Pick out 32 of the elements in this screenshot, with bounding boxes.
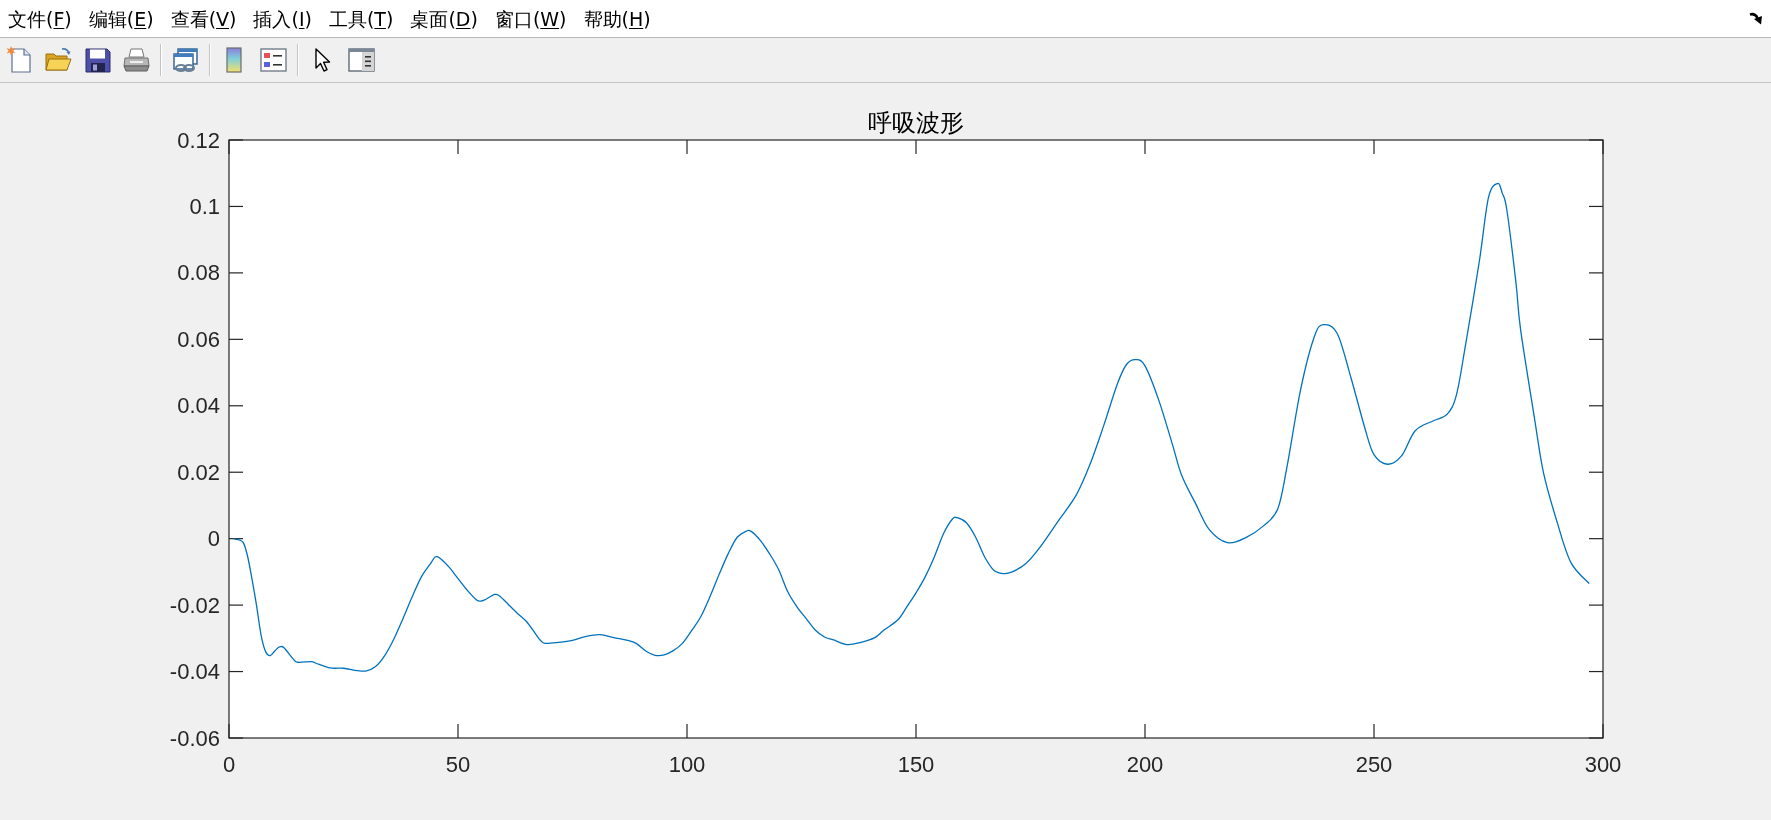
y-tick-label: -0.06 xyxy=(169,725,220,751)
legend-icon[interactable] xyxy=(260,46,287,74)
y-tick-label: -0.04 xyxy=(169,659,220,685)
x-tick-label: 300 xyxy=(1584,751,1622,777)
y-tick-label: 0 xyxy=(207,526,220,552)
x-tick-label: 0 xyxy=(222,751,236,777)
menu-item[interactable]: 文件(F) xyxy=(8,5,72,32)
menu-item[interactable]: 帮助(H) xyxy=(583,5,651,32)
y-tick-label: 0.12 xyxy=(177,127,220,153)
y-tick-label: 0.04 xyxy=(177,393,220,419)
menu-item[interactable]: 桌面(D) xyxy=(410,5,478,32)
menu-item[interactable]: 查看(V) xyxy=(170,5,237,32)
y-tick-label: 0.02 xyxy=(177,459,220,485)
menu-item[interactable]: 窗口(W) xyxy=(494,5,567,32)
x-tick-label: 200 xyxy=(1126,751,1164,777)
printer-icon[interactable] xyxy=(123,46,150,74)
x-tick-label: 100 xyxy=(668,751,706,777)
y-tick-label: 0.06 xyxy=(177,326,220,352)
chart-title: 呼吸波形 xyxy=(868,110,964,136)
curved-arrow-icon[interactable] xyxy=(1749,12,1763,25)
y-tick-label: -0.02 xyxy=(169,592,220,618)
x-tick-label: 250 xyxy=(1355,751,1393,777)
folder-icon[interactable] xyxy=(45,46,72,74)
menu-item[interactable]: 工具(T) xyxy=(328,5,394,32)
linked-windows-icon[interactable] xyxy=(172,46,199,74)
menu-item[interactable]: 插入(I) xyxy=(253,5,312,32)
x-tick-label: 150 xyxy=(897,751,935,777)
y-tick-label: 0.08 xyxy=(177,260,220,286)
y-tick-label: 0.1 xyxy=(189,193,220,219)
menu-item[interactable]: 编辑(E) xyxy=(88,5,154,32)
x-tick-label: 50 xyxy=(445,751,471,777)
panel-icon[interactable] xyxy=(348,46,375,74)
